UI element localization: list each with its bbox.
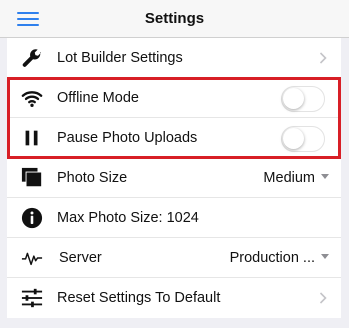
wrench-icon <box>22 49 41 67</box>
offline-mode-toggle[interactable] <box>281 86 325 112</box>
lot-builder-settings-label: Lot Builder Settings <box>57 50 183 66</box>
sliders-icon <box>21 288 43 308</box>
settings-list: Lot Builder Settings Offline Mode Pause … <box>7 38 341 318</box>
photo-size-select[interactable]: Medium <box>263 170 329 186</box>
navigation-bar: Settings <box>0 0 349 38</box>
chevron-right-icon <box>319 52 327 64</box>
caret-down-icon <box>321 173 329 179</box>
caret-down-icon <box>321 253 329 259</box>
server-select[interactable]: Production ... <box>230 250 329 266</box>
photo-size-row[interactable]: Photo Size Medium <box>7 158 341 198</box>
pause-icon <box>25 130 38 146</box>
pause-photo-uploads-row: Pause Photo Uploads <box>7 118 341 158</box>
max-photo-size-row: Max Photo Size: 1024 <box>7 198 341 238</box>
photos-icon <box>21 167 43 188</box>
reset-settings-label: Reset Settings To Default <box>57 290 221 306</box>
server-label: Server <box>59 250 102 266</box>
offline-mode-label: Offline Mode <box>57 90 139 106</box>
pulse-icon <box>21 252 43 266</box>
wifi-icon <box>21 91 43 107</box>
server-row[interactable]: Server Production ... <box>7 238 341 278</box>
page-title: Settings <box>144 10 205 27</box>
photo-size-value: Medium <box>263 170 315 186</box>
offline-mode-row: Offline Mode <box>7 78 341 118</box>
chevron-right-icon <box>319 292 327 304</box>
info-icon <box>21 207 43 229</box>
reset-settings-row[interactable]: Reset Settings To Default <box>7 278 341 318</box>
server-value: Production ... <box>229 250 315 266</box>
photo-size-label: Photo Size <box>57 170 128 186</box>
pause-photo-uploads-label: Pause Photo Uploads <box>57 130 198 146</box>
pause-photo-uploads-toggle[interactable] <box>281 126 325 152</box>
lot-builder-settings-row[interactable]: Lot Builder Settings <box>7 38 341 78</box>
max-photo-size-label: Max Photo Size: 1024 <box>57 210 199 226</box>
